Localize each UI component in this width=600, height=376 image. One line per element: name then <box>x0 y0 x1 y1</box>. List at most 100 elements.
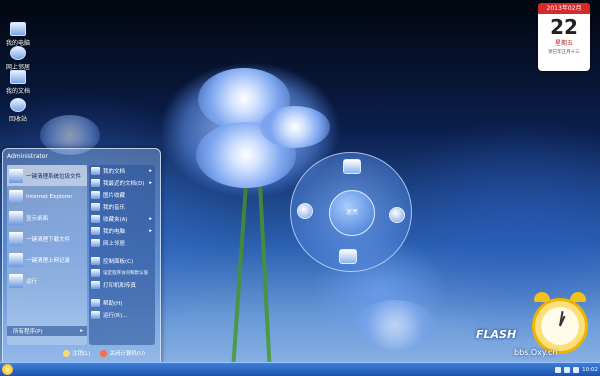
desktop-icon-documents[interactable]: 我的文档 <box>2 70 34 95</box>
menu-item-label: 一键清理下载文件 <box>26 236 71 243</box>
network-icon <box>91 239 100 247</box>
menu-item-label: 我的电脑 <box>103 229 126 235</box>
control-panel-icon <box>91 257 100 265</box>
clock-face <box>532 298 588 354</box>
radial-launcher: 迷亮 <box>290 152 412 272</box>
menu-item-label: 帮助(H) <box>103 301 123 307</box>
menu-item-label: 网上邻居 <box>103 241 126 247</box>
menu-item-label: Internet Explorer <box>26 193 73 200</box>
start-menu-item-run[interactable]: 运行 <box>7 270 87 291</box>
radial-top-button[interactable] <box>343 159 361 174</box>
music-icon <box>91 203 100 211</box>
desktop-icon-label: 回收站 <box>8 116 27 123</box>
menu-item-label: 我最近的文档(D) <box>103 181 145 187</box>
menu-item-label: 运行(R)... <box>103 313 128 319</box>
tray-network-icon[interactable] <box>555 366 562 373</box>
calendar-day: 22 <box>550 15 578 39</box>
desktop-icon-label: 我的文档 <box>5 88 30 95</box>
menu-item-label: 运行 <box>26 278 38 285</box>
menu-item-label: 显示桌面 <box>26 215 49 222</box>
flower-decoration <box>260 106 330 148</box>
flash-logo: FLASH <box>476 328 517 341</box>
desktop-icon <box>9 210 23 225</box>
taskbar: 10:02 <box>0 362 600 376</box>
run-icon <box>9 273 23 288</box>
start-menu-item-download-cleanup[interactable]: 一键清理下载文件 <box>7 228 87 249</box>
start-menu-item-my-documents[interactable]: 我的文档 ▸ <box>89 165 155 177</box>
computer-icon <box>10 22 26 36</box>
chevron-right-icon: ▸ <box>80 328 83 334</box>
desktop-icon-recycle-bin[interactable]: 回收站 <box>2 98 34 123</box>
system-tray: 10:02 <box>555 364 598 375</box>
start-menu-item-program-defaults[interactable]: 设定程序访问和默认值 <box>89 267 155 279</box>
pictures-icon <box>91 191 100 199</box>
logoff-button[interactable]: 注销(L) <box>63 349 90 357</box>
recycle-bin-icon <box>10 98 26 112</box>
submenu-arrow-icon: ▸ <box>149 168 152 174</box>
menu-item-label: 控制面板(C) <box>103 259 134 265</box>
menu-item-label: 一键清理上网记录 <box>26 257 71 264</box>
taskbar-clock[interactable]: 10:02 <box>582 367 598 373</box>
calendar-widget[interactable]: 2013年02月 22 星期五 癸巳年正月十三 <box>538 3 590 71</box>
all-programs-label: 所有程序(P) <box>13 329 43 335</box>
documents-icon <box>10 70 26 84</box>
ie-icon <box>9 189 23 204</box>
folder-icon <box>91 167 100 175</box>
submenu-arrow-icon: ▸ <box>149 216 152 222</box>
menu-item-label: 我的文档 <box>103 169 126 175</box>
history-cleanup-icon <box>9 252 23 267</box>
radial-center-label: 迷亮 <box>345 209 358 216</box>
tray-volume-icon[interactable] <box>564 366 571 373</box>
printer-icon <box>91 281 100 289</box>
desktop-icon-network[interactable]: 网上邻居 <box>2 46 34 71</box>
menu-item-label: 打印机和传真 <box>103 283 137 289</box>
flower-decoration <box>355 300 435 350</box>
radial-left-button[interactable] <box>297 203 313 219</box>
start-menu-footer: 注销(L) 关闭计算机(U) <box>63 349 145 357</box>
radial-right-button[interactable] <box>389 207 405 223</box>
start-menu-item-recent[interactable]: 我最近的文档(D) ▸ <box>89 177 155 189</box>
menu-item-label: 我的音乐 <box>103 205 126 211</box>
start-menu-item-run-dialog[interactable]: 运行(R)... <box>89 309 155 321</box>
menu-item-label: 图片收藏 <box>103 193 126 199</box>
network-icon <box>10 46 26 60</box>
start-menu-pinned-list: 一键清理系统垃圾文件 Internet Explorer 显示桌面 一键清理下载… <box>7 165 87 345</box>
help-icon <box>91 299 100 307</box>
start-menu-item-network[interactable]: 网上邻居 <box>89 237 155 249</box>
start-menu-username: Administrator <box>7 153 48 160</box>
menu-item-label: 设定程序访问和默认值 <box>103 271 148 276</box>
cleanup-icon <box>9 168 23 183</box>
clock-dial <box>541 307 579 345</box>
start-menu-item-ie[interactable]: Internet Explorer <box>7 186 87 207</box>
start-menu-item-pictures[interactable]: 图片收藏 <box>89 189 155 201</box>
start-menu-item-help[interactable]: 帮助(H) <box>89 297 155 309</box>
shutdown-button[interactable]: 关闭计算机(U) <box>100 349 145 357</box>
start-menu-item-cleanup[interactable]: 一键清理系统垃圾文件 <box>7 165 87 186</box>
start-button[interactable] <box>2 364 13 375</box>
watermark-site: bbs.Oxy.cn <box>514 348 558 357</box>
menu-item-label: 收藏夹(A) <box>103 217 128 223</box>
tray-app-icon[interactable] <box>573 366 580 373</box>
run-icon <box>91 311 100 319</box>
start-menu-item-music[interactable]: 我的音乐 <box>89 201 155 213</box>
radial-bottom-button[interactable] <box>339 249 357 264</box>
start-menu-item-printers[interactable]: 打印机和传真 <box>89 279 155 291</box>
start-menu: Administrator 一键清理系统垃圾文件 Internet Explor… <box>2 148 161 366</box>
logoff-label: 注销(L) <box>72 351 91 357</box>
favorites-icon <box>91 215 100 223</box>
start-menu-item-history-cleanup[interactable]: 一键清理上网记录 <box>7 249 87 270</box>
start-menu-item-favorites[interactable]: 收藏夹(A) ▸ <box>89 213 155 225</box>
shutdown-label: 关闭计算机(U) <box>109 351 146 357</box>
computer-icon <box>91 227 100 235</box>
power-icon <box>100 349 108 357</box>
logoff-icon <box>63 349 70 357</box>
desktop-icon-computer[interactable]: 我的电脑 <box>2 22 34 47</box>
calendar-lunar-date: 癸巳年正月十三 <box>548 50 580 55</box>
all-programs-button[interactable]: 所有程序(P) ▸ <box>7 326 87 336</box>
start-menu-item-my-computer[interactable]: 我的电脑 ▸ <box>89 225 155 237</box>
radial-center-button[interactable]: 迷亮 <box>329 190 375 236</box>
download-cleanup-icon <box>9 231 23 246</box>
start-menu-item-show-desktop[interactable]: 显示桌面 <box>7 207 87 228</box>
folder-icon <box>91 179 100 187</box>
start-menu-item-control-panel[interactable]: 控制面板(C) <box>89 255 155 267</box>
